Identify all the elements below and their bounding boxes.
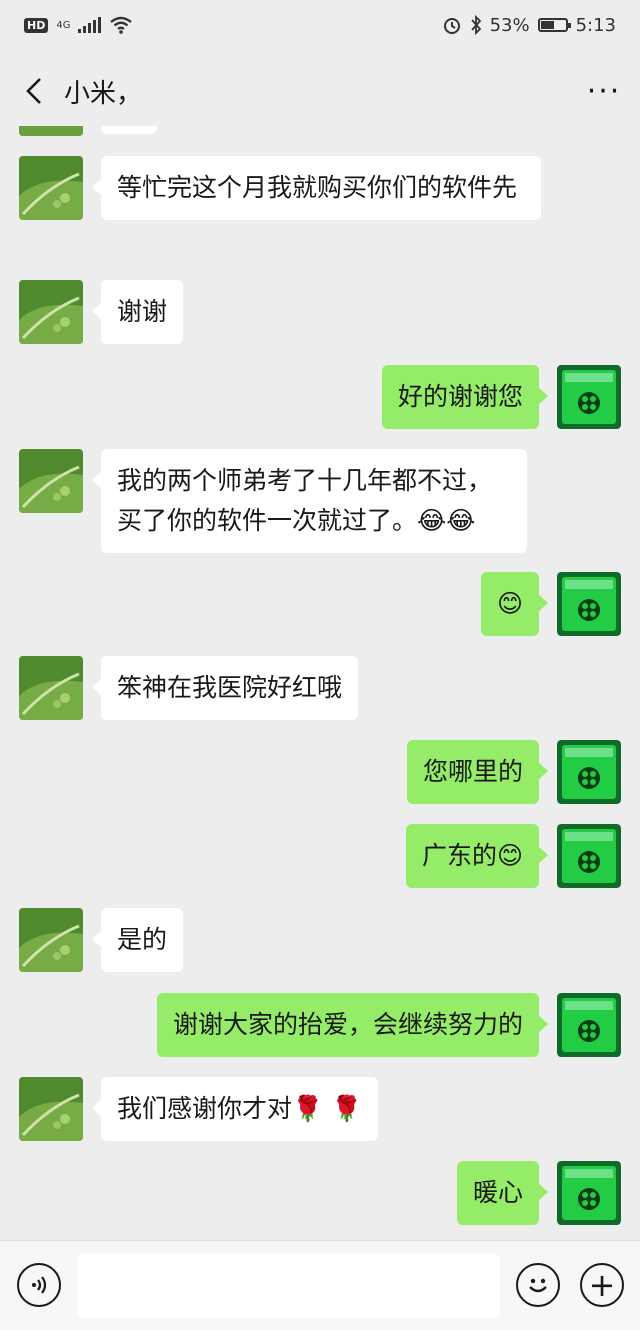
message-bubble[interactable]: 等忙完这个月我就购买你们的软件先: [92, 156, 541, 220]
emoji-button[interactable]: [516, 1263, 560, 1307]
self-avatar[interactable]: [557, 993, 621, 1057]
battery-icon: [537, 18, 571, 32]
smiley-icon: [529, 1278, 547, 1293]
chat-title: 小米，: [64, 78, 143, 109]
contact-avatar[interactable]: [19, 908, 83, 972]
bluetooth-icon: [470, 15, 481, 35]
status-right: 53% 5:13: [442, 15, 616, 36]
self-avatar[interactable]: [557, 572, 621, 636]
plus-icon: +: [588, 1266, 616, 1304]
contact-avatar[interactable]: [19, 280, 83, 344]
plus-button[interactable]: +: [580, 1263, 624, 1307]
battery-percent: 53%: [489, 14, 530, 36]
contact-avatar[interactable]: [19, 156, 83, 220]
hd-badge: HD: [24, 17, 49, 33]
self-avatar[interactable]: [557, 1161, 621, 1225]
message-list[interactable]: 等忙完这个月我就购买你们的软件先 谢谢 好的谢谢您 我的两个师弟考了十几年都不过…: [0, 126, 640, 1240]
message-bubble[interactable]: 暖心: [456, 1161, 549, 1225]
message-bubble[interactable]: [101, 126, 157, 134]
message-input[interactable]: [77, 1254, 500, 1318]
status-bar: HD 4G 53% 5:13: [0, 0, 640, 50]
self-avatar[interactable]: [557, 824, 621, 888]
contact-avatar[interactable]: [19, 126, 83, 136]
message-bubble[interactable]: 广东的😊: [405, 824, 549, 888]
back-button[interactable]: [16, 71, 52, 111]
message-bubble[interactable]: 我的两个师弟考了十几年都不过，买了你的软件一次就过了。😂😂: [92, 449, 527, 553]
message-bubble[interactable]: 您哪里的: [406, 740, 549, 804]
message-bubble[interactable]: 😊: [480, 572, 549, 636]
voice-button[interactable]: [17, 1263, 61, 1307]
chevron-left-icon: [26, 78, 41, 104]
self-avatar[interactable]: [557, 365, 621, 429]
message-bubble[interactable]: 我们感谢你才对🌹 🌹: [91, 1077, 379, 1141]
status-left: HD 4G: [24, 16, 133, 34]
contact-avatar[interactable]: [19, 656, 83, 720]
voice-icon: [32, 1276, 47, 1294]
contact-avatar[interactable]: [19, 1077, 83, 1141]
contact-avatar[interactable]: [19, 449, 83, 513]
alarm-icon: [443, 18, 460, 34]
message-bubble[interactable]: 笨神在我医院好红哦: [91, 656, 359, 720]
self-avatar[interactable]: [557, 740, 621, 804]
input-bar: +: [0, 1240, 640, 1330]
message-bubble[interactable]: 是的: [91, 908, 184, 972]
message-bubble[interactable]: 谢谢: [91, 280, 184, 344]
message-bubble[interactable]: 好的谢谢您: [381, 365, 549, 429]
chat-header: 小米， ···: [0, 56, 640, 126]
message-bubble[interactable]: 谢谢大家的抬爱，会继续努力的: [156, 993, 549, 1057]
wifi-icon: [110, 16, 133, 34]
clock: 5:13: [575, 14, 616, 36]
signal-icon: [78, 17, 102, 33]
more-options-button[interactable]: ···: [584, 71, 624, 111]
network-type: 4G: [56, 19, 71, 31]
